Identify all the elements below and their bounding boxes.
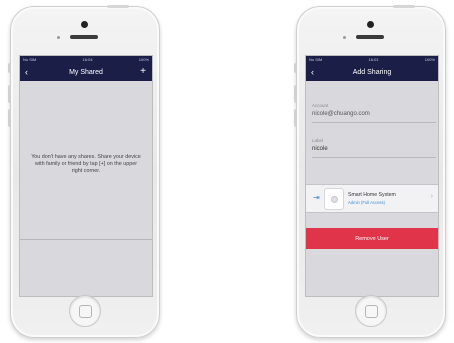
phone-left: No SIM 16:04 100% ‹ My Shared + You don'…: [8, 5, 160, 338]
nav-bar: ‹ Add Sharing: [306, 64, 438, 81]
front-camera: [81, 21, 88, 28]
mute-switch: [8, 63, 11, 73]
back-icon[interactable]: ‹: [311, 67, 314, 77]
proximity-sensor: [57, 36, 60, 39]
earpiece: [70, 35, 98, 39]
status-time: 16:01: [368, 57, 379, 62]
screen-add-sharing: No SIM 16:01 100% ‹ Add Sharing Account …: [305, 55, 439, 297]
screen-my-shared: No SIM 16:04 100% ‹ My Shared + You don'…: [19, 55, 153, 297]
volume-up-button: [294, 85, 297, 103]
home-button[interactable]: [355, 295, 387, 327]
volume-down-button: [8, 109, 11, 127]
status-carrier: No SIM: [23, 57, 37, 62]
nav-bar: ‹ My Shared +: [20, 64, 152, 81]
device-name: Smart Home System: [348, 192, 396, 198]
account-field[interactable]: nicole@chuango.com: [312, 111, 370, 117]
volume-down-button: [294, 109, 297, 127]
status-bar: No SIM 16:04 100%: [20, 56, 152, 64]
power-button: [107, 5, 129, 8]
proximity-sensor: [343, 36, 346, 39]
mute-switch: [294, 63, 297, 73]
exit-icon[interactable]: ⇥: [313, 193, 320, 202]
page-title: My Shared: [69, 69, 103, 76]
status-battery: 100%: [424, 57, 435, 62]
remove-user-button[interactable]: Remove User: [306, 228, 438, 249]
chevron-right-icon: ›: [430, 193, 433, 200]
divider: [312, 122, 436, 123]
label-label: Label: [312, 138, 324, 143]
home-button[interactable]: [69, 295, 101, 327]
account-label: Account: [312, 103, 329, 108]
shared-device-row[interactable]: ⇥ Smart Home System Admin (Full Access) …: [306, 184, 438, 213]
status-time: 16:04: [82, 57, 93, 62]
back-icon[interactable]: ‹: [25, 67, 28, 77]
earpiece: [356, 35, 384, 39]
divider: [20, 239, 152, 240]
page-title: Add Sharing: [352, 69, 392, 76]
plus-icon[interactable]: +: [140, 66, 146, 77]
volume-up-button: [8, 85, 11, 103]
device-access-level: Admin (Full Access): [348, 200, 385, 205]
phone-right: No SIM 16:01 100% ‹ Add Sharing Account …: [294, 5, 446, 338]
label-field[interactable]: nicole: [312, 146, 328, 152]
device-image: [324, 188, 344, 210]
front-camera: [367, 21, 374, 28]
divider: [312, 157, 436, 158]
status-carrier: No SIM: [309, 57, 323, 62]
status-battery: 100%: [138, 57, 149, 62]
empty-state-message: You don't have any shares. Share your de…: [31, 154, 141, 174]
status-bar: No SIM 16:01 100%: [306, 56, 438, 64]
power-button: [393, 5, 415, 8]
